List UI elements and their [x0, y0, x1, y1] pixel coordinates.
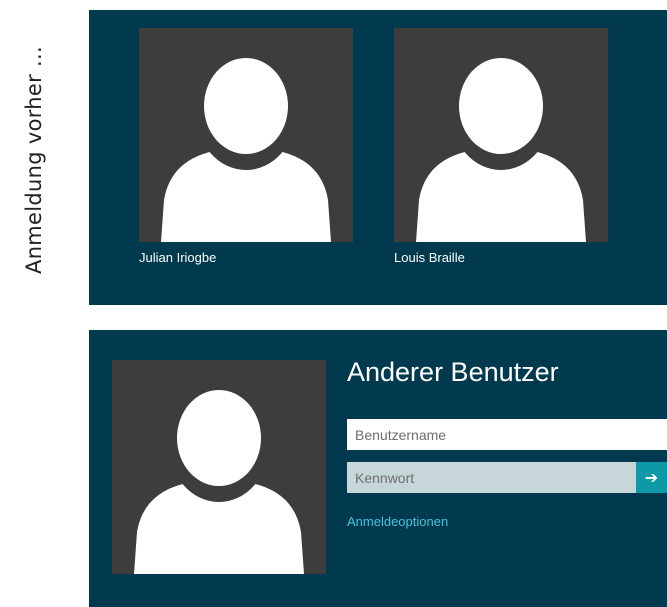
top-strip: [89, 0, 667, 10]
submit-button[interactable]: ➔: [636, 462, 667, 493]
username-input[interactable]: [347, 419, 667, 450]
other-user-avatar: [112, 360, 326, 574]
user-name-louis[interactable]: Louis Braille: [394, 250, 465, 265]
user-name-julian[interactable]: Julian Iriogbe: [139, 250, 216, 265]
other-user-title: Anderer Benutzer: [347, 357, 559, 387]
arrow-right-icon: ➔: [644, 469, 659, 487]
password-input[interactable]: [347, 462, 636, 493]
user-tile-julian[interactable]: [139, 28, 353, 242]
user-avatar-icon: [416, 56, 586, 242]
side-label: Anmeldung vorher ...: [14, 0, 54, 320]
user-avatar-icon: [134, 388, 304, 574]
user-avatar-icon: [161, 56, 331, 242]
user-tile-louis[interactable]: [394, 28, 608, 242]
side-label-text: Anmeldung vorher ...: [22, 46, 47, 274]
sign-in-options-link[interactable]: Anmeldeoptionen: [347, 514, 448, 529]
